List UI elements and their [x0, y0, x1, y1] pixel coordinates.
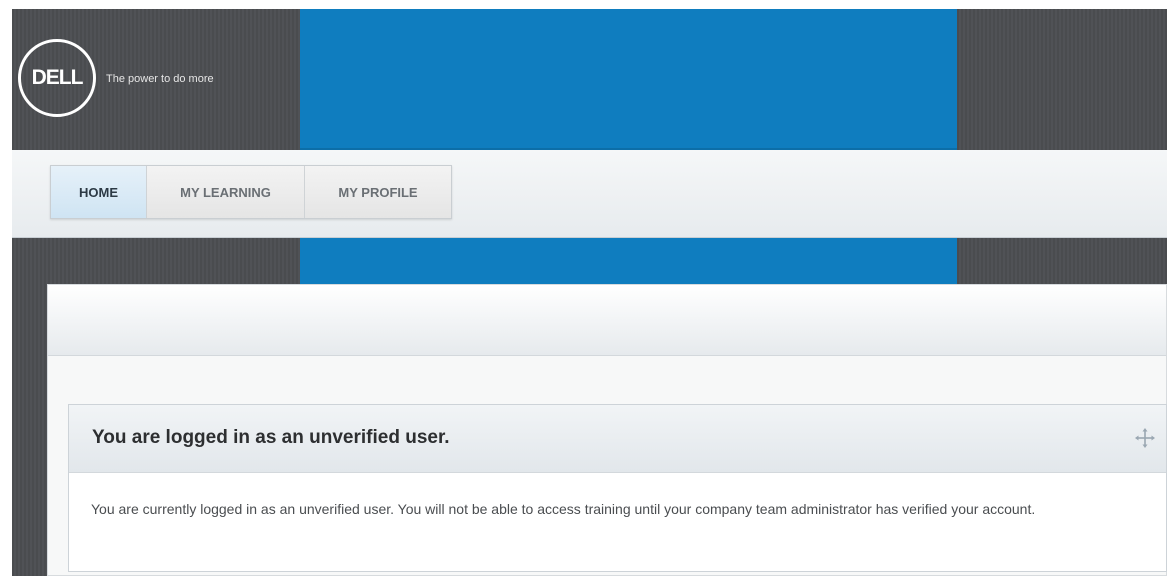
content-header [48, 285, 1166, 356]
panel-header: You are logged in as an unverified user. [69, 405, 1166, 473]
nav-item-my-profile[interactable]: MY PROFILE [305, 166, 451, 218]
dell-logo[interactable]: DELL [18, 39, 96, 117]
header-banner [300, 9, 957, 150]
move-icon[interactable] [1134, 427, 1156, 449]
nav-item-home[interactable]: HOME [51, 166, 147, 218]
tagline: The power to do more [106, 73, 214, 85]
page: DELL The power to do more HOME MY LEARNI… [0, 0, 1167, 576]
left-edge [0, 0, 12, 576]
header-right-panel [957, 9, 1167, 150]
main-nav: HOME MY LEARNING MY PROFILE [50, 165, 452, 219]
nav-item-my-learning[interactable]: MY LEARNING [147, 166, 305, 218]
top-edge [0, 0, 1167, 9]
panel-title: You are logged in as an unverified user. [92, 427, 450, 448]
unverified-notice-panel: You are logged in as an unverified user.… [68, 404, 1167, 572]
panel-message: You are currently logged in as an unveri… [91, 501, 1036, 517]
background-blue-band [300, 238, 957, 288]
